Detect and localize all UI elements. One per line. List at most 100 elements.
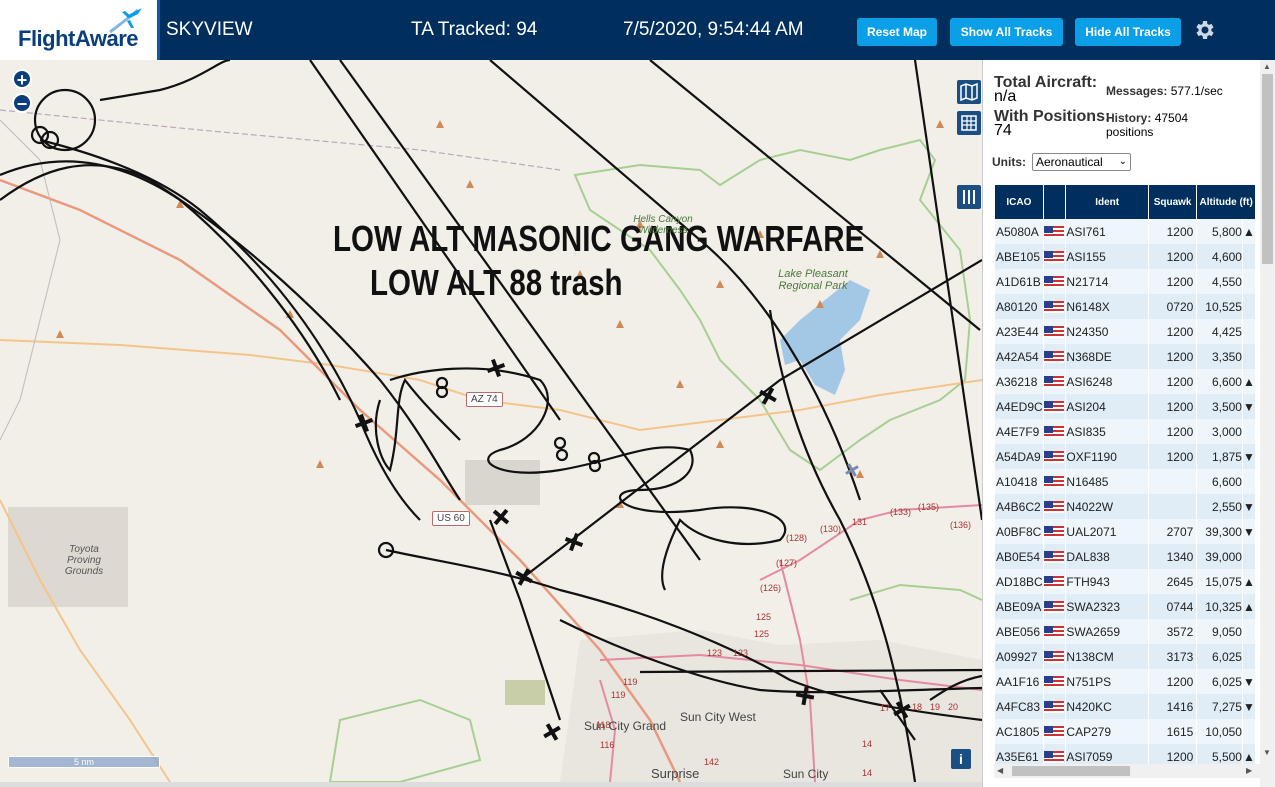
ident-cell: UAL2071 — [1066, 519, 1148, 544]
altitude-cell: 7,275 — [1197, 694, 1242, 719]
gear-icon[interactable] — [1192, 18, 1216, 42]
flag-cell — [1043, 219, 1066, 244]
trend-arrow-icon — [1242, 419, 1255, 444]
aircraft-row[interactable]: AB0E54 DAL838 1340 39,000 — [995, 544, 1255, 569]
us-flag-icon — [1043, 376, 1064, 389]
aircraft-row[interactable]: AA1F16 N751PS 1200 6,025 ▼ — [995, 669, 1255, 694]
aircraft-row[interactable]: A4B6C2 N4022W 2,550 ▼ — [995, 494, 1255, 519]
aircraft-row[interactable]: ABE056 SWA2659 3572 9,050 — [995, 619, 1255, 644]
col-icao[interactable]: ICAO — [995, 185, 1043, 219]
altitude-cell: 10,325 — [1197, 594, 1242, 619]
flag-cell — [1043, 494, 1066, 519]
scroll-left-icon[interactable]: ◀ — [997, 766, 1003, 775]
aircraft-row[interactable]: A1D61B N21714 1200 4,550 — [995, 269, 1255, 294]
sidebar-vertical-scrollbar[interactable]: ▲ ▼ — [1260, 60, 1275, 787]
zoom-in-button[interactable]: + — [12, 69, 32, 89]
aircraft-row[interactable]: A36218 ASI6248 1200 6,600 ▲ — [995, 369, 1255, 394]
altitude-cell: 3,000 — [1197, 419, 1242, 444]
units-select[interactable]: Aeronautical ⌄ — [1032, 153, 1131, 171]
map-info-button[interactable]: i — [951, 749, 971, 769]
col-squawk[interactable]: Squawk — [1148, 185, 1197, 219]
scroll-right-icon[interactable]: ▶ — [1246, 766, 1252, 775]
squawk-cell: 1200 — [1148, 419, 1197, 444]
road-number: 18 — [912, 702, 923, 712]
park-boundary — [573, 138, 972, 472]
icao-cell: A42A54 — [995, 344, 1043, 369]
road-number: (128) — [786, 533, 808, 543]
aircraft-row[interactable]: A5080A ASI761 1200 5,800 ▲ — [995, 219, 1255, 244]
aircraft-sidebar: Total Aircraft: n/a With Positions: 74 M… — [982, 60, 1275, 787]
aircraft-row[interactable]: A80120 N6148X 0720 10,525 — [995, 294, 1255, 319]
aircraft-row[interactable]: A4E7F9 ASI835 1200 3,000 — [995, 419, 1255, 444]
altitude-cell: 6,600 — [1197, 369, 1242, 394]
aircraft-row[interactable]: A09927 N138CM 3173 6,025 — [995, 644, 1255, 669]
reset-map-button[interactable]: Reset Map — [857, 18, 937, 46]
col-altitude[interactable]: Altitude (ft) — [1197, 185, 1255, 219]
aircraft-row[interactable]: A54DA9 OXF1190 1200 1,875 ▼ — [995, 444, 1255, 469]
aircraft-row[interactable]: A10418 N16485 6,600 — [995, 469, 1255, 494]
aircraft-row[interactable]: A23E44 N24350 1200 4,425 — [995, 319, 1255, 344]
trend-arrow-icon — [1242, 269, 1255, 294]
ident-cell: CAP279 — [1066, 719, 1148, 744]
logo-box[interactable]: FlightAware — [0, 0, 160, 60]
aircraft-row[interactable]: ABE09A SWA2323 0744 10,325 ▲ — [995, 594, 1255, 619]
icao-cell: A0BF8C — [995, 519, 1043, 544]
squawk-cell: 1200 — [1148, 369, 1197, 394]
us-flag-icon — [1043, 301, 1064, 314]
hide-all-tracks-button[interactable]: Hide All Tracks — [1075, 18, 1181, 46]
vertical-scroll-thumb[interactable] — [1262, 74, 1273, 264]
flag-cell — [1043, 594, 1066, 619]
sidebar-horizontal-scrollbar[interactable]: ◀ ▶ — [994, 764, 1260, 778]
us-flag-icon — [1043, 726, 1064, 739]
icao-cell: A54DA9 — [995, 444, 1043, 469]
icao-cell: A36218 — [995, 369, 1043, 394]
col-flag[interactable] — [1043, 185, 1066, 219]
flag-cell — [1043, 344, 1066, 369]
aircraft-row[interactable]: AC1805 CAP279 1615 10,050 — [995, 719, 1255, 744]
squawk-cell: 2645 — [1148, 569, 1197, 594]
park-boundary — [328, 698, 482, 782]
boundary-line — [0, 109, 561, 171]
flag-cell — [1043, 269, 1066, 294]
units-selected-value: Aeronautical — [1036, 155, 1103, 169]
road-number: 131 — [852, 517, 868, 527]
map-canvas — [0, 60, 982, 782]
flag-cell — [1043, 669, 1066, 694]
road-number: 14 — [862, 768, 873, 778]
aircraft-row[interactable]: A0BF8C UAL2071 2707 39,300 ▼ — [995, 519, 1255, 544]
ident-cell: N21714 — [1066, 269, 1148, 294]
history-label: History: — [1106, 111, 1152, 125]
flag-cell — [1043, 519, 1066, 544]
with-positions-value: 74 — [994, 122, 1012, 139]
ident-cell: FTH943 — [1066, 569, 1148, 594]
squawk-cell: 0720 — [1148, 294, 1197, 319]
us-flag-icon — [1043, 526, 1064, 539]
col-ident[interactable]: Ident — [1066, 185, 1148, 219]
show-all-tracks-button[interactable]: Show All Tracks — [950, 18, 1063, 46]
aircraft-row[interactable]: A4ED9C ASI204 1200 3,500 ▼ — [995, 394, 1255, 419]
map-view[interactable]: + − LOW ALT MASONIC GANG WARFARE LOW ALT… — [0, 60, 982, 782]
scroll-down-icon[interactable]: ▼ — [1263, 748, 1271, 757]
flag-cell — [1043, 719, 1066, 744]
aircraft-row[interactable]: A4FC83 N420KC 1416 7,275 ▼ — [995, 694, 1255, 719]
zoom-out-button[interactable]: − — [12, 93, 32, 113]
aircraft-row[interactable]: AD18BC FTH943 2645 15,075 ▲ — [995, 569, 1255, 594]
flag-cell — [1043, 394, 1066, 419]
app-title: SKYVIEW — [166, 19, 253, 40]
horizontal-scroll-thumb[interactable] — [1012, 766, 1130, 776]
map-bottom-bar — [0, 782, 982, 787]
icao-cell: A4B6C2 — [995, 494, 1043, 519]
icao-cell: A10418 — [995, 469, 1043, 494]
river-line — [0, 119, 61, 441]
scroll-up-icon[interactable]: ▲ — [1263, 62, 1271, 71]
trend-arrow-icon: ▼ — [1242, 694, 1255, 719]
trend-arrow-icon — [1242, 719, 1255, 744]
columns-toggle-button[interactable] — [957, 185, 981, 209]
aircraft-row[interactable]: A42A54 N368DE 1200 3,350 — [995, 344, 1255, 369]
icao-cell: A5080A — [995, 219, 1043, 244]
aircraft-row[interactable]: ABE105 ASI155 1200 4,600 — [995, 244, 1255, 269]
us-flag-icon — [1043, 601, 1064, 614]
icao-cell: A80120 — [995, 294, 1043, 319]
map-layers-button[interactable] — [957, 80, 981, 104]
map-grid-button[interactable] — [957, 111, 981, 135]
